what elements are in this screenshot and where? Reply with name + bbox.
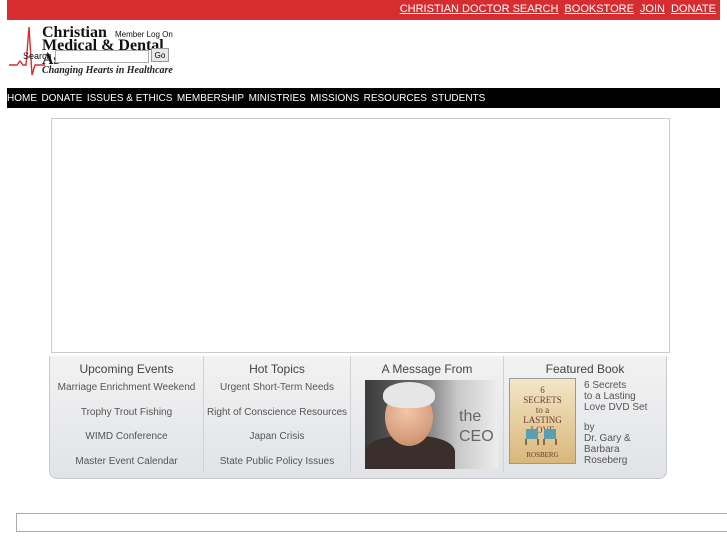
ceo-overlay-line-2: CEO bbox=[459, 428, 494, 445]
cover-line: to a bbox=[535, 405, 550, 415]
book-cover[interactable]: 6 SECRETS to a LASTING LOVE ROSBERG bbox=[509, 378, 576, 464]
ceo-overlay-text: the CEO bbox=[459, 407, 494, 447]
book-desc-line: Dr. Gary & bbox=[584, 433, 631, 444]
ceo-photo[interactable]: the CEO bbox=[365, 380, 498, 469]
book-desc-spacer bbox=[584, 413, 647, 422]
hot-topics-column: Hot Topics Urgent Short-Term Needs Right… bbox=[204, 356, 351, 472]
top-link-doctor-search[interactable]: CHRISTIAN DOCTOR SEARCH bbox=[400, 3, 559, 15]
book-cover-author: ROSBERG bbox=[526, 451, 559, 459]
nav-item-issues-ethics[interactable]: ISSUES & ETHICS bbox=[87, 92, 173, 105]
search-go-button[interactable]: Go bbox=[151, 48, 169, 62]
nav-item-resources[interactable]: RESOURCES bbox=[364, 92, 427, 105]
logo-tagline: Changing Hearts in Healthcare bbox=[42, 65, 173, 76]
nav-item-missions[interactable]: MISSIONS bbox=[310, 92, 359, 105]
top-link-join[interactable]: JOIN bbox=[640, 3, 665, 15]
top-link-bookstore[interactable]: BOOKSTORE bbox=[564, 3, 633, 15]
search-label: Search bbox=[23, 51, 52, 61]
book-desc-line: 6 Secrets bbox=[584, 380, 627, 391]
hot-topic-link[interactable]: Right of Conscience Resources bbox=[204, 407, 350, 418]
hot-topics-title: Hot Topics bbox=[249, 362, 305, 376]
nav-item-ministries[interactable]: MINISTRIES bbox=[249, 92, 306, 105]
featured-book-column: Featured Book 6 SECRETS to a LASTING LOV… bbox=[504, 356, 666, 472]
featured-book-title: Featured Book bbox=[545, 362, 625, 376]
feature-panel: Upcoming Events Marriage Enrichment Week… bbox=[49, 356, 667, 479]
nav-item-home[interactable]: HOME bbox=[7, 92, 37, 105]
book-desc-line: Love DVD Set bbox=[584, 402, 648, 413]
nav-item-donate[interactable]: DONATE bbox=[41, 92, 82, 105]
hero-banner bbox=[51, 118, 670, 353]
upcoming-events-title: Upcoming Events bbox=[79, 362, 174, 376]
cover-line: SECRETS bbox=[523, 395, 562, 405]
search-input[interactable] bbox=[55, 50, 149, 63]
event-link[interactable]: Trophy Trout Fishing bbox=[50, 407, 203, 418]
event-link[interactable]: Master Event Calendar bbox=[50, 456, 203, 467]
book-description-link[interactable]: 6 Secrets to a Lasting Love DVD Set by D… bbox=[584, 380, 647, 466]
chairs-icon bbox=[525, 429, 557, 445]
cover-line: 6 bbox=[540, 385, 545, 395]
member-login-link[interactable]: Member Log On bbox=[115, 30, 173, 39]
book-desc-line: Barbara bbox=[584, 444, 620, 455]
ceo-message-title: A Message From bbox=[381, 362, 473, 376]
nav-item-students[interactable]: STUDENTS bbox=[431, 92, 485, 105]
nav-item-membership[interactable]: MEMBERSHIP bbox=[177, 92, 244, 105]
event-link[interactable]: WIMD Conference bbox=[50, 431, 203, 442]
event-link[interactable]: Marriage Enrichment Weekend bbox=[50, 382, 203, 393]
ceo-hair bbox=[383, 382, 435, 408]
top-link-donate[interactable]: DONATE bbox=[671, 3, 716, 15]
book-desc-line: Roseberg bbox=[584, 455, 628, 466]
hot-topic-link[interactable]: Japan Crisis bbox=[204, 431, 350, 442]
main-nav: HOME DONATE ISSUES & ETHICS MEMBERSHIP M… bbox=[7, 88, 720, 108]
book-desc-line: to a Lasting bbox=[584, 391, 636, 402]
top-bar: CHRISTIAN DOCTOR SEARCH BOOKSTORE JOIN DONA… bbox=[7, 0, 720, 20]
ceo-overlay-line-1: the bbox=[459, 408, 482, 425]
ceo-message-column: A Message From the CEO bbox=[351, 356, 504, 472]
hot-topic-link[interactable]: Urgent Short-Term Needs bbox=[204, 382, 350, 393]
book-desc-line: by bbox=[584, 422, 595, 433]
footer-box bbox=[16, 513, 727, 532]
hot-topic-link[interactable]: State Public Policy Issues bbox=[204, 456, 350, 467]
top-links: CHRISTIAN DOCTOR SEARCH BOOKSTORE JOIN DONA… bbox=[394, 3, 716, 15]
upcoming-events-column: Upcoming Events Marriage Enrichment Week… bbox=[50, 356, 204, 472]
